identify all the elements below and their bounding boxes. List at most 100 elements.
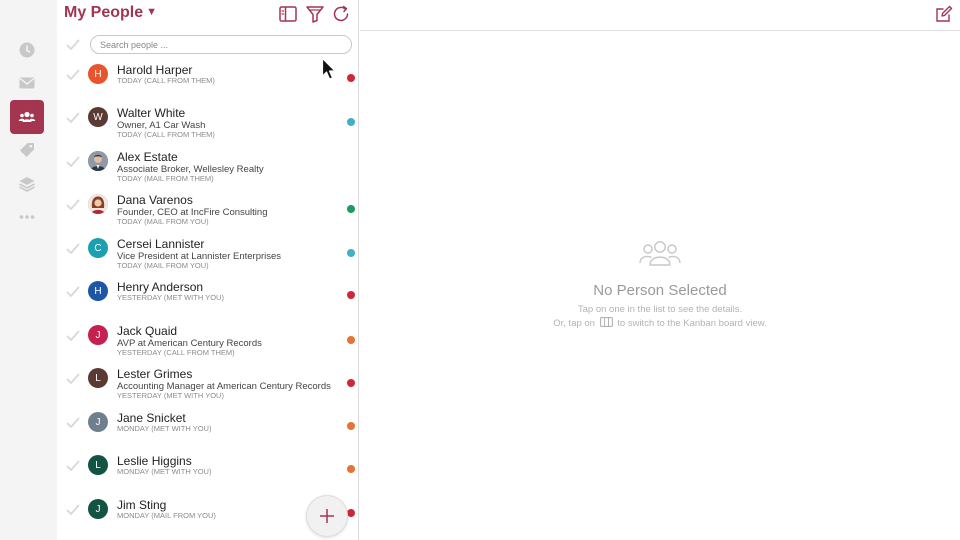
status-dot — [347, 422, 355, 430]
kanban-hint-after: to switch to the Kanban board view. — [617, 318, 767, 329]
avatar-initial: J — [95, 329, 101, 341]
columns-icon — [279, 6, 297, 22]
search-row — [57, 34, 358, 56]
compose-icon — [936, 5, 953, 22]
person-row[interactable]: H Harold Harper TODAY (CALL FROM THEM) — [57, 58, 358, 101]
avatar: H — [88, 281, 108, 301]
detail-pane: No Person Selected Tap on one in the lis… — [360, 0, 960, 540]
row-checkbox[interactable] — [66, 242, 80, 254]
person-row[interactable]: J Jack Quaid AVP at American Century Recor… — [57, 319, 358, 362]
status-dot — [347, 509, 355, 517]
dropdown-caret-icon: ▼ — [146, 6, 158, 18]
rail-item-layers[interactable] — [10, 167, 44, 201]
check-icon — [66, 373, 80, 384]
rail-item-more[interactable] — [10, 200, 44, 234]
check-icon — [66, 39, 80, 50]
last-contact: YESTERDAY (MET WITH YOU) — [117, 391, 224, 400]
tag-icon — [20, 143, 34, 157]
person-row[interactable]: W Walter White Owner, A1 Car Wash TODAY (CA… — [57, 101, 358, 144]
person-row[interactable]: Dana Varenos Founder, CEO at IncFire Cons… — [57, 188, 358, 231]
avatar: J — [88, 325, 108, 345]
row-checkbox[interactable] — [66, 198, 80, 210]
status-dot — [347, 291, 355, 299]
status-dot — [347, 205, 355, 213]
check-icon — [66, 243, 80, 254]
check-icon — [66, 69, 80, 80]
mouse-cursor-icon — [321, 57, 336, 80]
person-name: Jane Snicket — [117, 411, 186, 425]
avatar — [88, 194, 108, 214]
refresh-button[interactable] — [331, 4, 351, 24]
plus-icon — [320, 509, 334, 523]
rail-item-recent[interactable] — [10, 33, 44, 67]
status-dot — [347, 465, 355, 473]
person-name: Walter White — [117, 106, 186, 120]
list-title-dropdown[interactable]: My People ▼ — [64, 4, 157, 22]
empty-state-title: No Person Selected — [593, 282, 727, 299]
person-name: Dana Varenos — [117, 193, 193, 207]
avatar-initial: W — [93, 111, 103, 123]
row-checkbox[interactable] — [66, 111, 80, 123]
filter-icon — [306, 6, 324, 23]
avatar-initial: L — [95, 459, 101, 471]
row-checkbox[interactable] — [66, 68, 80, 80]
status-dot — [347, 379, 355, 387]
kanban-hint-before: Or, tap on — [553, 318, 595, 329]
app-window: My People▼ H Harold HarperTODAY (CALL FRO… — [0, 0, 960, 540]
people-icon — [18, 111, 36, 122]
people-list-panel: My People▼ H Harold HarperTODAY (CALL FRO… — [57, 0, 359, 540]
select-all-checkbox[interactable] — [66, 38, 80, 50]
rail-item-mail[interactable] — [10, 66, 44, 100]
row-checkbox[interactable] — [66, 459, 80, 471]
last-contact: TODAY (MAIL FROM YOU) — [117, 261, 209, 270]
rail-item-people[interactable] — [10, 100, 44, 134]
row-checkbox[interactable] — [66, 372, 80, 384]
person-row[interactable]: H Henry Anderson YESTERDAY (MET WITH YOU) — [57, 275, 358, 318]
row-checkbox[interactable] — [66, 329, 80, 341]
empty-state-hint: Tap on one in the list to see the detail… — [577, 304, 743, 315]
row-checkbox[interactable] — [66, 416, 80, 428]
avatar: C — [88, 238, 108, 258]
avatar-initial: J — [95, 416, 101, 428]
check-icon — [66, 286, 80, 297]
person-row[interactable]: L Leslie Higgins MONDAY (MET WITH YOU) — [57, 449, 358, 492]
recent-icon — [19, 42, 35, 58]
compose-button[interactable] — [935, 5, 953, 23]
avatar-photo-icon — [88, 194, 108, 214]
row-checkbox[interactable] — [66, 155, 80, 167]
last-contact: TODAY (MAIL FROM YOU) — [117, 217, 209, 226]
person-row[interactable]: Alex Estate Associate Broker, Wellesley R… — [57, 145, 358, 188]
empty-state: No Person Selected Tap on one in the lis… — [360, 238, 960, 329]
mail-icon — [19, 77, 35, 89]
check-icon — [66, 504, 80, 515]
person-row[interactable]: L Lester Grimes Accounting Manager at Amer… — [57, 362, 358, 405]
avatar-initial: C — [94, 242, 102, 254]
person-name: Leslie Higgins — [117, 454, 192, 468]
kanban-board-icon[interactable] — [599, 317, 613, 327]
person-name: Jack Quaid — [117, 324, 178, 338]
avatar-photo-icon — [88, 151, 108, 171]
person-name: Cersei Lannister — [117, 237, 205, 251]
person-name: Harold Harper — [117, 63, 193, 77]
avatar: L — [88, 455, 108, 475]
avatar: J — [88, 499, 108, 519]
check-icon — [66, 199, 80, 210]
person-row[interactable]: C Cersei Lannister Vice President at Lanni… — [57, 232, 358, 275]
add-person-button[interactable] — [306, 495, 348, 537]
last-contact: TODAY (CALL FROM THEM) — [117, 76, 215, 85]
filter-button[interactable] — [305, 4, 325, 24]
row-checkbox[interactable] — [66, 503, 80, 515]
status-dot — [347, 74, 355, 82]
kanban-toggle-button[interactable] — [278, 4, 298, 24]
list-title-label: My People — [64, 4, 144, 21]
rail-item-tags[interactable] — [10, 133, 44, 167]
last-contact: MONDAY (MET WITH YOU) — [117, 424, 212, 433]
person-name: Alex Estate — [117, 150, 178, 164]
person-row[interactable]: J Jane Snicket MONDAY (MET WITH YOU) — [57, 406, 358, 449]
avatar-initial: L — [95, 372, 101, 384]
layers-icon — [19, 177, 35, 192]
row-checkbox[interactable] — [66, 285, 80, 297]
avatar-initial: H — [94, 68, 102, 80]
search-input[interactable] — [90, 35, 352, 54]
check-icon — [66, 156, 80, 167]
